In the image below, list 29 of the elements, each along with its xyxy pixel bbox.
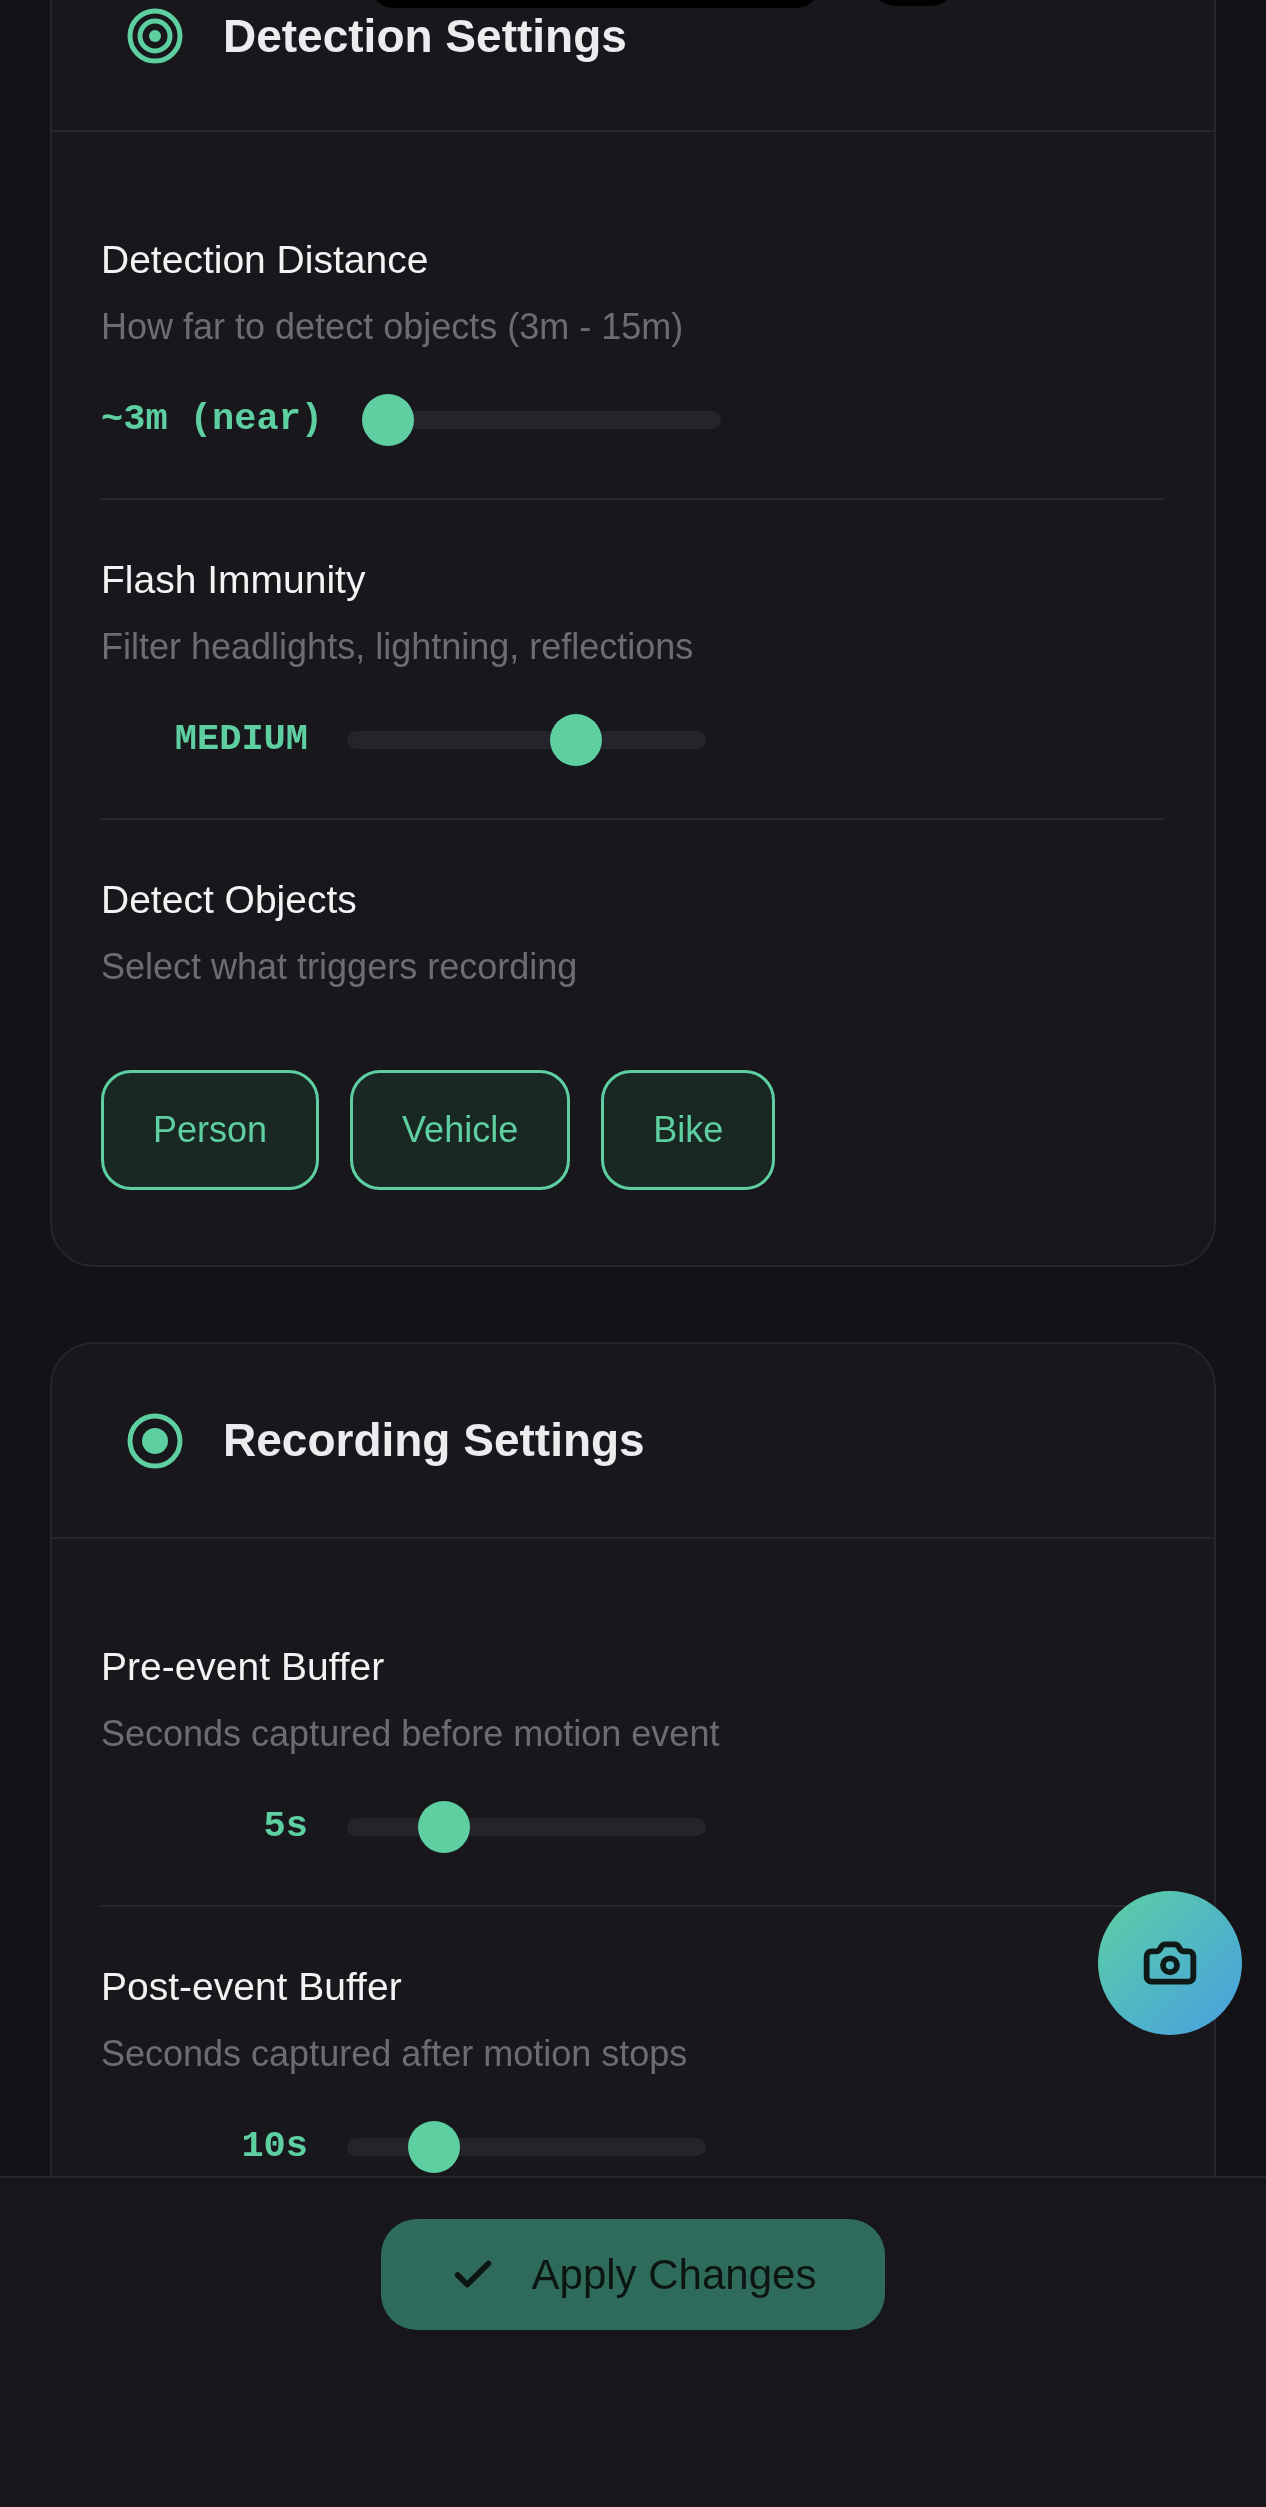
setting-description: Seconds captured after motion stops <box>101 2032 689 2076</box>
setting-label: Detect Objects <box>101 877 358 923</box>
object-chip[interactable]: Bike <box>601 1070 776 1190</box>
slider-thumb[interactable] <box>408 2121 461 2173</box>
target-icon <box>127 8 183 64</box>
slider-thumb[interactable] <box>549 714 602 766</box>
slider-value: 5s <box>262 1804 308 1850</box>
setting-label: Pre-event Buffer <box>101 1644 386 1690</box>
slider[interactable] <box>347 1801 706 1853</box>
slider-thumb[interactable] <box>362 394 415 446</box>
setting-description: Seconds captured before motion event <box>101 1712 721 1756</box>
setting-label: Post-event Buffer <box>101 1964 403 2010</box>
object-chip[interactable]: Person <box>101 1070 320 1190</box>
slider-thumb[interactable] <box>417 1801 470 1853</box>
section-title: Detection Settings <box>223 8 627 64</box>
object-chip[interactable]: Vehicle <box>350 1070 571 1190</box>
slider[interactable] <box>347 2121 706 2173</box>
section-title: Recording Settings <box>223 1413 645 1468</box>
setting-label: Detection Distance <box>101 237 430 283</box>
slider[interactable] <box>347 714 706 766</box>
slider-value: MEDIUM <box>173 717 308 763</box>
setting-label: Flash Immunity <box>101 557 367 603</box>
slider[interactable] <box>362 394 722 446</box>
setting-description: Select what triggers recording <box>101 945 579 989</box>
setting-description: How far to detect objects (3m - 15m) <box>101 305 685 349</box>
slider-value: 10s <box>240 2124 308 2170</box>
radio-dot-icon <box>127 1412 183 1469</box>
slider-value: ~3m (near) <box>101 397 324 443</box>
setting-description: Filter headlights, lightning, reflections <box>101 625 695 669</box>
